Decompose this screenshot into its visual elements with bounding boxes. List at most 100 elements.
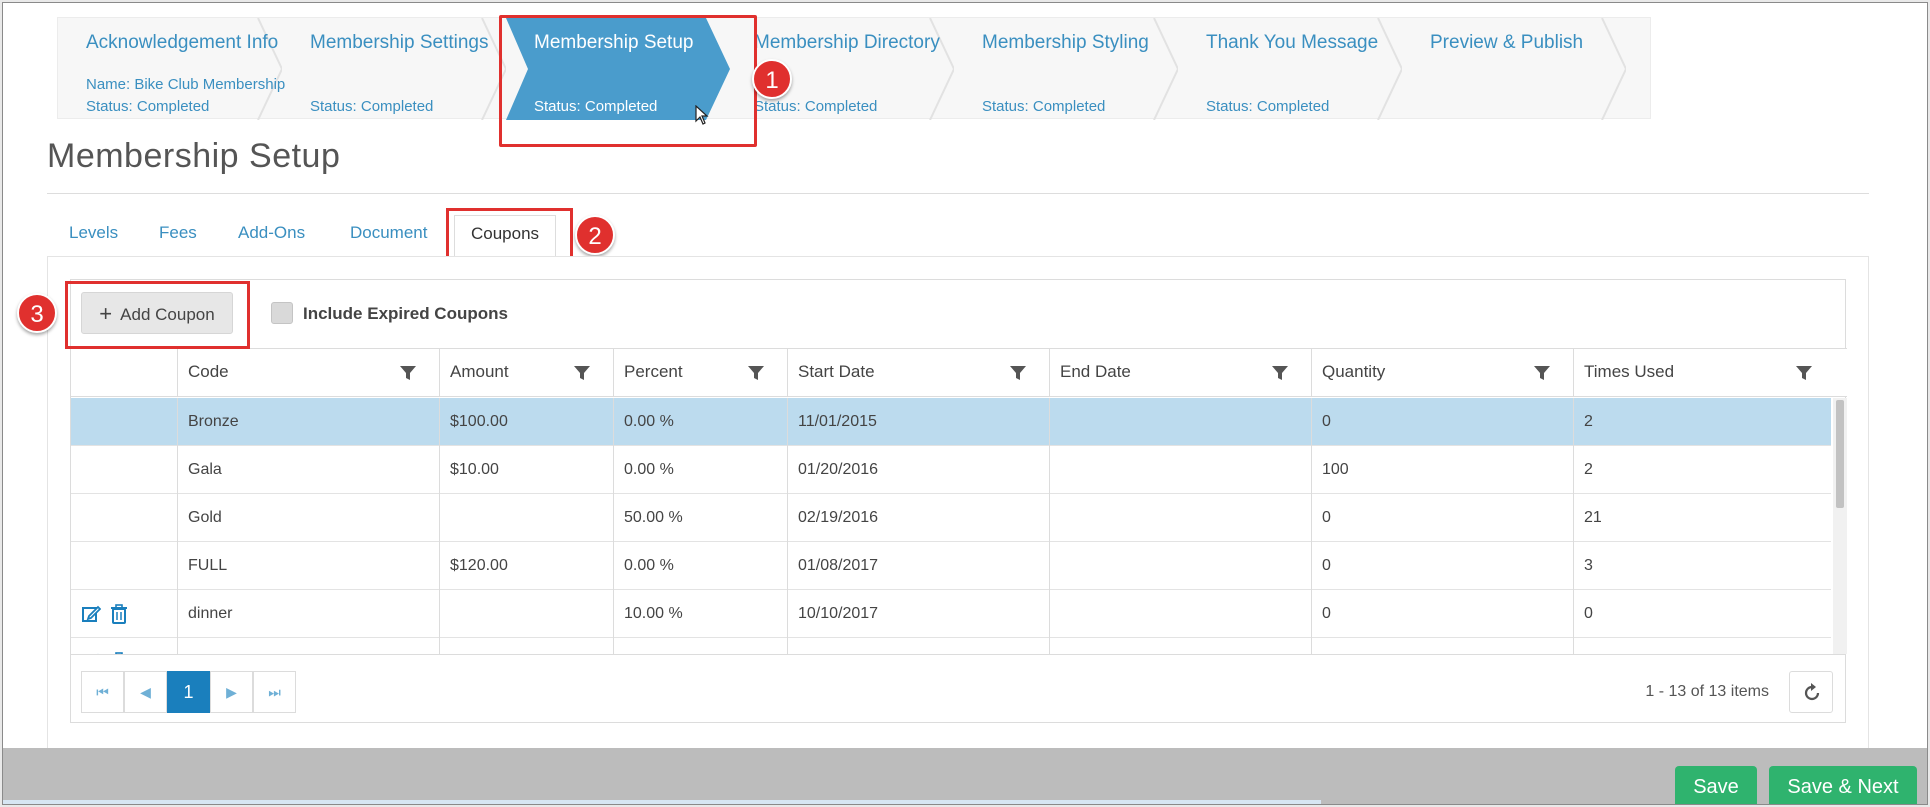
filter-icon[interactable] <box>573 364 591 382</box>
filter-icon[interactable] <box>1795 364 1813 382</box>
column-header-start-date[interactable]: Start Date <box>787 349 1049 397</box>
filter-icon[interactable] <box>1271 364 1289 382</box>
cell-amount: $120.00 <box>439 542 613 590</box>
cell-code: dinner <box>177 590 439 638</box>
include-expired-checkbox[interactable] <box>271 302 293 324</box>
step-title: Thank You Message <box>1206 32 1379 53</box>
trash-icon[interactable] <box>109 604 129 624</box>
cell-percent: 50.00 % <box>613 494 787 542</box>
highlight-box-add-coupon <box>65 281 250 349</box>
refresh-icon <box>1804 683 1820 701</box>
table-row[interactable]: Gala $10.00 0.00 % 01/20/2016 100 2 <box>71 446 1831 494</box>
table-row[interactable]: sgc2018 100.00 % 08/17/2018 0 0 <box>71 638 1831 654</box>
cell-percent: 0.00 % <box>613 398 787 446</box>
column-header-quantity[interactable]: Quantity <box>1311 349 1573 397</box>
annotation-badge-3: 3 <box>17 293 57 333</box>
column-header-code[interactable]: Code <box>177 349 439 397</box>
coupons-grid: + Add Coupon Include Expired Coupons Code… <box>70 279 1847 724</box>
cell-times-used: 3 <box>1573 542 1831 590</box>
cell-times-used: 21 <box>1573 494 1831 542</box>
table-row[interactable]: FULL $120.00 0.00 % 01/08/2017 0 3 <box>71 542 1831 590</box>
cell-code: FULL <box>177 542 439 590</box>
filter-icon[interactable] <box>1009 364 1027 382</box>
column-header-label: Percent <box>624 362 683 381</box>
annotation-badge-2: 2 <box>575 215 615 255</box>
refresh-button[interactable] <box>1789 671 1833 713</box>
step-title: Membership Styling <box>982 32 1149 53</box>
page-title: Membership Setup <box>47 137 341 175</box>
cell-end-date <box>1049 542 1311 590</box>
table-row[interactable]: Gold 50.00 % 02/19/2016 0 21 <box>71 494 1831 542</box>
tab-add-ons[interactable]: Add-Ons <box>238 215 305 251</box>
cell-times-used: 0 <box>1573 590 1831 638</box>
save-button[interactable]: Save <box>1675 766 1757 804</box>
first-page-button[interactable]: ⏮ <box>81 671 124 713</box>
cell-amount <box>439 494 613 542</box>
page-1-button[interactable]: 1 <box>167 671 210 713</box>
footer-strip <box>3 800 1321 804</box>
cell-times-used: 0 <box>1573 638 1831 654</box>
footer-bar: Save Save & Next <box>3 748 1927 804</box>
step-acknowledgement-info[interactable]: Acknowledgement Info Name: Bike Club Mem… <box>58 18 285 120</box>
step-title: Acknowledgement Info <box>86 32 279 53</box>
cell-percent: 0.00 % <box>613 446 787 494</box>
cell-times-used: 2 <box>1573 446 1831 494</box>
column-header-amount[interactable]: Amount <box>439 349 613 397</box>
step-preview-publish[interactable]: Preview & Publish <box>1402 18 1626 120</box>
column-header-end-date[interactable]: End Date <box>1049 349 1311 397</box>
app-frame: Acknowledgement Info Name: Bike Club Mem… <box>2 2 1928 805</box>
step-status: Status: Completed <box>754 98 878 115</box>
save-next-button[interactable]: Save & Next <box>1769 766 1917 804</box>
step-status: Status: Completed <box>310 98 434 115</box>
tab-levels[interactable]: Levels <box>69 215 118 251</box>
title-divider <box>47 193 1869 194</box>
tab-document[interactable]: Document <box>350 215 427 251</box>
column-header-percent[interactable]: Percent <box>613 349 787 397</box>
next-page-button[interactable]: ▶ <box>210 671 253 713</box>
tab-fees[interactable]: Fees <box>159 215 197 251</box>
cell-amount <box>439 590 613 638</box>
cell-times-used: 2 <box>1573 398 1831 446</box>
coupons-panel: + Add Coupon Include Expired Coupons Code… <box>47 256 1869 756</box>
table-scrollbar[interactable] <box>1833 398 1847 654</box>
cell-quantity: 0 <box>1311 638 1573 654</box>
cell-start-date: 01/08/2017 <box>787 542 1049 590</box>
filter-icon[interactable] <box>1533 364 1551 382</box>
column-header-label: Quantity <box>1322 362 1386 381</box>
wizard-steps: Acknowledgement Info Name: Bike Club Mem… <box>57 17 1651 120</box>
cell-start-date: 11/01/2015 <box>787 398 1049 446</box>
scrollbar-thumb[interactable] <box>1836 400 1844 508</box>
step-membership-styling[interactable]: Membership Styling Status: Completed <box>954 18 1178 120</box>
cell-end-date <box>1049 398 1311 446</box>
cell-start-date: 01/20/2016 <box>787 446 1049 494</box>
coupons-table: Code Amount Percent Start Date End Date … <box>71 348 1847 654</box>
last-page-button[interactable]: ⏭ <box>253 671 296 713</box>
step-status: Status: Completed <box>1206 98 1330 115</box>
step-thank-you-message[interactable]: Thank You Message Status: Completed <box>1178 18 1402 120</box>
cell-start-date: 08/17/2018 <box>787 638 1049 654</box>
cell-amount <box>439 638 613 654</box>
grid-pager: ⏮ ◀ 1 ▶ ⏭ 1 - 13 of 13 items <box>71 654 1845 724</box>
step-title: Preview & Publish <box>1430 32 1584 53</box>
row-actions <box>81 604 133 624</box>
column-header-times-used[interactable]: Times Used <box>1573 349 1835 397</box>
step-membership-settings[interactable]: Membership Settings Status: Completed <box>282 18 506 120</box>
cell-start-date: 10/10/2017 <box>787 590 1049 638</box>
cell-code: sgc2018 <box>177 638 439 654</box>
table-row[interactable]: dinner 10.00 % 10/10/2017 0 0 <box>71 590 1831 638</box>
filter-icon[interactable] <box>399 364 417 382</box>
column-header-label: Start Date <box>798 362 875 381</box>
filter-icon[interactable] <box>747 364 765 382</box>
table-row[interactable]: Bronze $100.00 0.00 % 11/01/2015 0 2 <box>71 398 1831 446</box>
highlight-box-step <box>499 15 757 147</box>
cell-quantity: 0 <box>1311 494 1573 542</box>
step-status: Status: Completed <box>86 98 210 115</box>
cell-end-date <box>1049 590 1311 638</box>
column-header-label: Times Used <box>1584 362 1675 381</box>
edit-icon[interactable] <box>81 604 102 624</box>
cell-quantity: 0 <box>1311 398 1573 446</box>
cell-quantity: 100 <box>1311 446 1573 494</box>
cell-start-date: 02/19/2016 <box>787 494 1049 542</box>
cell-amount: $100.00 <box>439 398 613 446</box>
prev-page-button[interactable]: ◀ <box>124 671 167 713</box>
